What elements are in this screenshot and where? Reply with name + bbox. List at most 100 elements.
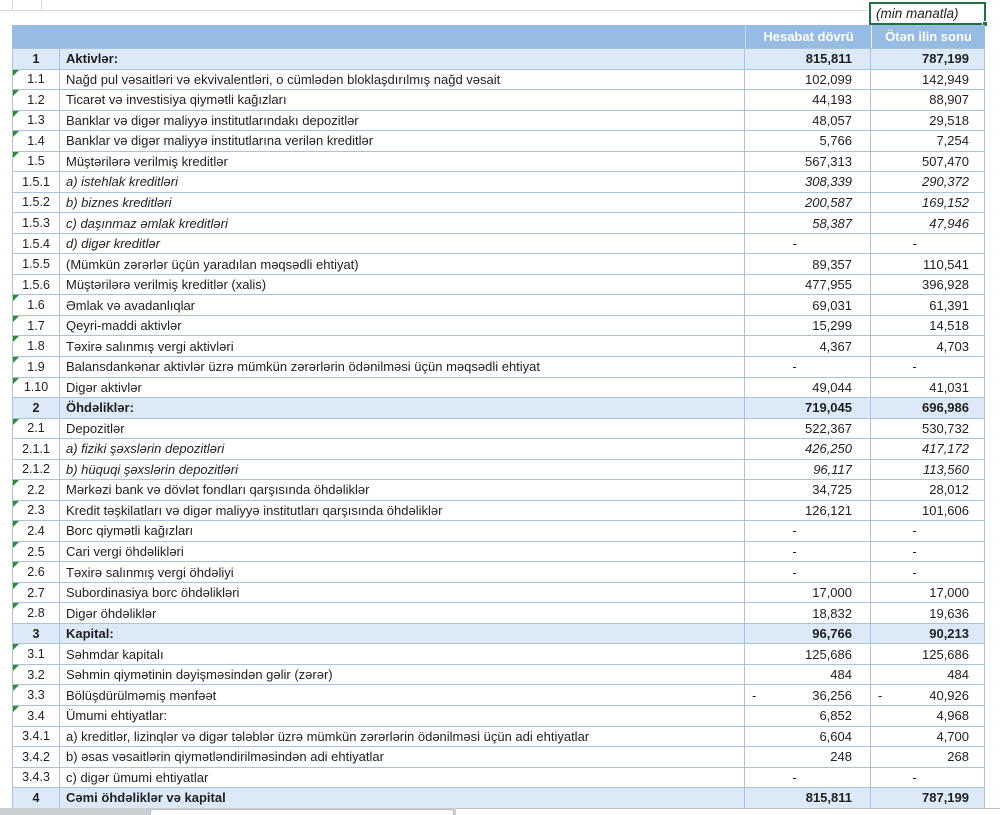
value-report-period[interactable]: 18,832 (745, 603, 871, 623)
value-prev-year-end[interactable]: - (871, 768, 985, 788)
row-number-cell[interactable]: 3.2 (12, 665, 60, 685)
row-label-cell[interactable]: (Mümkün zərərlər üçün yaradılan məqsədli… (60, 254, 745, 274)
value-report-period[interactable]: 719,045 (745, 398, 871, 418)
value-report-period[interactable]: - (745, 768, 871, 788)
value-prev-year-end[interactable]: 110,541 (871, 254, 985, 274)
value-report-period[interactable]: 200,587 (745, 193, 871, 213)
value-prev-year-end[interactable]: 787,199 (871, 49, 985, 69)
row-number-cell[interactable]: 3 (12, 624, 60, 644)
row-label-cell[interactable]: Təxirə salınmış vergi aktivləri (60, 336, 745, 356)
row-number-cell[interactable]: 2.2 (12, 480, 60, 500)
row-label-cell[interactable]: d) digər kreditlər (60, 234, 745, 254)
value-report-period[interactable]: 96,117 (745, 460, 871, 480)
row-label-cell[interactable]: Subordinasiya borc öhdəlikləri (60, 583, 745, 603)
row-number-cell[interactable]: 3.1 (12, 644, 60, 664)
row-number-cell[interactable]: 2 (12, 398, 60, 418)
value-report-period[interactable]: 567,313 (745, 152, 871, 172)
value-prev-year-end[interactable]: 268 (871, 747, 985, 767)
row-number-cell[interactable]: 1.5.2 (12, 193, 60, 213)
value-report-period[interactable]: 6,852 (745, 706, 871, 726)
value-prev-year-end[interactable]: 101,606 (871, 501, 985, 521)
value-prev-year-end[interactable]: 17,000 (871, 583, 985, 603)
row-number-cell[interactable]: 3.4 (12, 706, 60, 726)
selected-cell[interactable]: (min manatla) (869, 2, 986, 25)
value-prev-year-end[interactable]: 88,907 (871, 90, 985, 110)
row-number-cell[interactable]: 1.7 (12, 316, 60, 336)
row-label-cell[interactable]: a) fiziki şəxslərin depozitləri (60, 439, 745, 459)
value-report-period[interactable]: -36,256 (745, 685, 871, 705)
row-label-cell[interactable]: c) daşınmaz əmlak kreditləri (60, 213, 745, 233)
row-label-cell[interactable]: Səhmdar kapitalı (60, 644, 745, 664)
row-label-cell[interactable]: Kapital: (60, 624, 745, 644)
row-label-cell[interactable]: b) əsas vəsaitlərin qiymətləndirilməsind… (60, 747, 745, 767)
value-prev-year-end[interactable]: 290,372 (871, 172, 985, 192)
value-prev-year-end[interactable]: - (871, 542, 985, 562)
value-report-period[interactable]: - (745, 357, 871, 377)
value-report-period[interactable]: 477,955 (745, 275, 871, 295)
row-number-cell[interactable]: 1.2 (12, 90, 60, 110)
row-label-cell[interactable]: Mərkəzi bank və dövlət fondları qarşısın… (60, 480, 745, 500)
value-report-period[interactable]: 89,357 (745, 254, 871, 274)
value-prev-year-end[interactable]: 90,213 (871, 624, 985, 644)
value-report-period[interactable]: 815,811 (745, 788, 871, 808)
value-report-period[interactable]: 102,099 (745, 70, 871, 90)
value-report-period[interactable]: 484 (745, 665, 871, 685)
value-report-period[interactable]: 17,000 (745, 583, 871, 603)
row-number-cell[interactable]: 1.1 (12, 70, 60, 90)
row-number-cell[interactable]: 2.1 (12, 419, 60, 439)
row-label-cell[interactable]: Nağd pul vəsaitləri və ekvivalentləri, o… (60, 70, 745, 90)
row-label-cell[interactable]: Təxirə salınmış vergi öhdəliyi (60, 562, 745, 582)
row-label-cell[interactable]: b) biznes kreditləri (60, 193, 745, 213)
row-number-cell[interactable]: 1.5.6 (12, 275, 60, 295)
row-label-cell[interactable]: a) kreditlər, lizinqlər və digər tələblə… (60, 727, 745, 747)
header-description-cell[interactable] (60, 25, 745, 48)
row-number-cell[interactable]: 1.5.3 (12, 213, 60, 233)
value-report-period[interactable]: - (745, 542, 871, 562)
row-label-cell[interactable]: Cari vergi öhdəlikləri (60, 542, 745, 562)
value-report-period[interactable]: 522,367 (745, 419, 871, 439)
value-prev-year-end[interactable]: 113,560 (871, 460, 985, 480)
row-number-cell[interactable]: 2.8 (12, 603, 60, 623)
row-number-cell[interactable]: 4 (12, 788, 60, 808)
value-prev-year-end[interactable]: 7,254 (871, 131, 985, 151)
value-report-period[interactable]: 308,339 (745, 172, 871, 192)
value-prev-year-end[interactable]: 4,703 (871, 336, 985, 356)
row-number-cell[interactable]: 1.5.5 (12, 254, 60, 274)
row-number-cell[interactable]: 1.8 (12, 336, 60, 356)
value-report-period[interactable]: 49,044 (745, 378, 871, 398)
value-prev-year-end[interactable]: 29,518 (871, 111, 985, 131)
value-report-period[interactable]: 48,057 (745, 111, 871, 131)
row-number-cell[interactable]: 1.6 (12, 295, 60, 315)
row-number-cell[interactable]: 2.4 (12, 521, 60, 541)
row-number-cell[interactable]: 2.6 (12, 562, 60, 582)
value-report-period[interactable]: 44,193 (745, 90, 871, 110)
column-header-report-period[interactable]: Hesabat dövrü (745, 25, 871, 48)
row-label-cell[interactable]: Öhdəliklər: (60, 398, 745, 418)
value-prev-year-end[interactable]: - (871, 521, 985, 541)
value-prev-year-end[interactable]: 787,199 (871, 788, 985, 808)
row-label-cell[interactable]: Cəmi öhdəliklər və kapital (60, 788, 745, 808)
row-number-cell[interactable]: 3.3 (12, 685, 60, 705)
row-label-cell[interactable]: Balansdankənar aktivlər üzrə mümkün zərə… (60, 357, 745, 377)
value-report-period[interactable]: 125,686 (745, 644, 871, 664)
value-prev-year-end[interactable]: 41,031 (871, 378, 985, 398)
row-label-cell[interactable]: Ümumi ehtiyatlar: (60, 706, 745, 726)
row-number-cell[interactable]: 1.10 (12, 378, 60, 398)
value-prev-year-end[interactable]: - (871, 234, 985, 254)
value-prev-year-end[interactable]: 4,968 (871, 706, 985, 726)
value-prev-year-end[interactable]: -40,926 (871, 685, 985, 705)
value-report-period[interactable]: - (745, 521, 871, 541)
value-report-period[interactable]: 69,031 (745, 295, 871, 315)
row-number-cell[interactable]: 1.5 (12, 152, 60, 172)
value-report-period[interactable]: - (745, 234, 871, 254)
row-label-cell[interactable]: Müştərilərə verilmiş kreditlər (xalis) (60, 275, 745, 295)
row-number-cell[interactable]: 2.5 (12, 542, 60, 562)
row-label-cell[interactable]: Müştərilərə verilmiş kreditlər (60, 152, 745, 172)
row-label-cell[interactable]: c) digər ümumi ehtiyatlar (60, 768, 745, 788)
row-label-cell[interactable]: Bölüşdürülməmiş mənfəət (60, 685, 745, 705)
row-number-cell[interactable]: 2.3 (12, 501, 60, 521)
value-prev-year-end[interactable]: 142,949 (871, 70, 985, 90)
value-prev-year-end[interactable]: 4,700 (871, 727, 985, 747)
value-prev-year-end[interactable]: 396,928 (871, 275, 985, 295)
row-number-cell[interactable]: 1 (12, 49, 60, 69)
